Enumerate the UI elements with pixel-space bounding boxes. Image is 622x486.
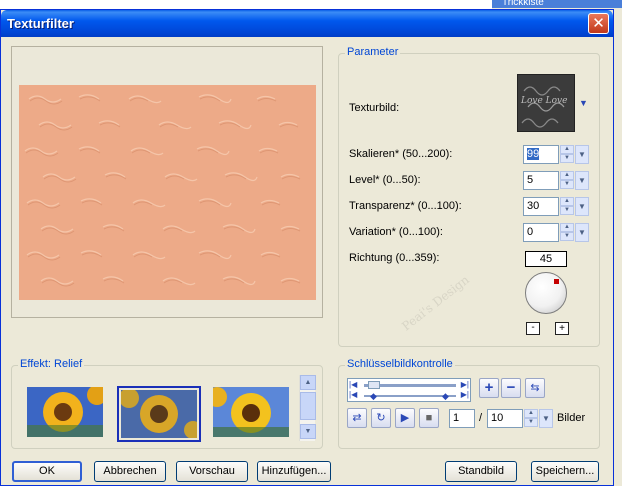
variation-up-icon[interactable]: ▲	[560, 223, 574, 232]
keyframe-group: Schlüsselbildkontrolle |◀ ▶| |◀ ▶| ◆ ◆ +…	[338, 358, 600, 449]
keyframe-marker-icon[interactable]: ◆	[442, 391, 449, 402]
relief-texture	[24, 94, 301, 287]
ok-button[interactable]: OK	[12, 461, 82, 482]
timeline-thumb[interactable]	[368, 381, 380, 389]
variation-down-icon[interactable]: ▼	[560, 232, 574, 241]
dial-indicator-icon	[554, 279, 559, 284]
play-icon[interactable]: ▶	[395, 408, 415, 428]
parameter-group: Parameter Texturbild: Love Love ▼ Skalie…	[338, 46, 600, 347]
texture-label: Texturbild:	[349, 102, 400, 114]
remove-keyframe-icon[interactable]: −	[501, 378, 521, 398]
close-button[interactable]: ✕	[588, 13, 609, 34]
frame-dropdown-icon[interactable]: ▼	[539, 409, 553, 428]
sunflower-icon	[27, 387, 103, 437]
window-title: Texturfilter	[7, 16, 74, 31]
transparency-arrows[interactable]: ▲ ▼	[560, 197, 574, 216]
preview-button[interactable]: Vorschau	[176, 461, 248, 482]
variation-dropdown-icon[interactable]: ▼	[575, 223, 589, 242]
direction-input[interactable]: 45	[525, 251, 567, 267]
stop-icon[interactable]: ■	[419, 408, 439, 428]
scale-spinner[interactable]: 99 ▲ ▼ ▼	[523, 145, 589, 164]
texture-image-text: Love Love	[521, 96, 568, 106]
level-label: Level* (0...50):	[349, 174, 421, 186]
dialog-content: Parameter Texturbild: Love Love ▼ Skalie…	[1, 37, 613, 485]
transparency-up-icon[interactable]: ▲	[560, 197, 574, 206]
pingpong-icon[interactable]: ↻	[371, 408, 391, 428]
level-arrows[interactable]: ▲ ▼	[560, 171, 574, 190]
parameter-group-label: Parameter	[345, 46, 401, 58]
level-down-icon[interactable]: ▼	[560, 180, 574, 189]
direction-plus-button[interactable]: +	[555, 322, 569, 335]
direction-minus-button[interactable]: -	[526, 322, 540, 335]
variation-spinner[interactable]: 0 ▲ ▼ ▼	[523, 223, 589, 242]
timeline-end-icon-2[interactable]: ▶|	[461, 390, 469, 399]
add-keyframe-icon[interactable]: +	[479, 378, 499, 398]
scroll-up-icon[interactable]: ▲	[300, 375, 316, 390]
effect-thumbnail-2[interactable]	[117, 386, 201, 442]
reverse-keyframes-icon[interactable]: ⇆	[525, 378, 545, 398]
effect-thumbnail-3[interactable]	[213, 387, 289, 437]
level-spinner[interactable]: 5 ▲ ▼ ▼	[523, 171, 589, 190]
level-dropdown-icon[interactable]: ▼	[575, 171, 589, 190]
effect-scrollbar[interactable]: ▲ ▼	[299, 375, 316, 441]
level-input[interactable]: 5	[523, 171, 559, 190]
scale-dropdown-icon[interactable]: ▼	[575, 145, 589, 164]
timeline-slider[interactable]: |◀ ▶| |◀ ▶| ◆ ◆	[347, 378, 471, 402]
scale-up-icon[interactable]: ▲	[560, 145, 574, 154]
watermark: Peai's Design	[399, 272, 472, 334]
frames-label: Bilder	[557, 412, 586, 424]
effect-group-label: Effekt: Relief	[18, 358, 85, 370]
transparency-input[interactable]: 30	[523, 197, 559, 216]
keyframe-marker-icon[interactable]: ◆	[370, 391, 377, 402]
scroll-thumb[interactable]	[300, 392, 316, 420]
keyframe-group-label: Schlüsselbildkontrolle	[345, 358, 455, 370]
texture-image-swatch[interactable]: Love Love	[517, 74, 575, 132]
frame-current-input[interactable]: 1	[449, 409, 475, 428]
timeline-start-icon-2[interactable]: |◀	[349, 390, 357, 399]
transparency-spinner[interactable]: 30 ▲ ▼ ▼	[523, 197, 589, 216]
sunflower-relief-icon	[119, 388, 199, 439]
direction-label: Richtung (0...359):	[349, 252, 440, 264]
variation-label: Variation* (0...100):	[349, 226, 443, 238]
sunflower-icon	[213, 387, 289, 437]
frame-total-spinner[interactable]: 10 ▲ ▼ ▼	[487, 409, 553, 428]
direction-dial[interactable]	[525, 272, 567, 314]
effect-thumbnail-1[interactable]	[27, 387, 103, 437]
scale-arrows[interactable]: ▲ ▼	[560, 145, 574, 164]
transparency-dropdown-icon[interactable]: ▼	[575, 197, 589, 216]
frame-separator: /	[479, 412, 483, 424]
frame-up-icon[interactable]: ▲	[524, 409, 538, 418]
loop-icon[interactable]: ⇄	[347, 408, 367, 428]
add-button[interactable]: Hinzufügen...	[257, 461, 331, 482]
scale-input[interactable]: 99	[523, 145, 559, 164]
texture-dropdown-icon[interactable]: ▼	[579, 98, 588, 108]
scale-label: Skalieren* (50...200):	[349, 148, 453, 160]
timeline-start-icon[interactable]: |◀	[349, 380, 357, 389]
timeline-end-icon[interactable]: ▶|	[461, 380, 469, 389]
titlebar[interactable]: Texturfilter ✕	[1, 10, 613, 37]
transparency-label: Transparenz* (0...100):	[349, 200, 462, 212]
texturfilter-dialog: Texturfilter ✕ Parameter Texturbild: Lov…	[0, 9, 614, 486]
transparency-down-icon[interactable]: ▼	[560, 206, 574, 215]
save-button[interactable]: Speichern...	[531, 461, 599, 482]
variation-arrows[interactable]: ▲ ▼	[560, 223, 574, 242]
cancel-button[interactable]: Abbrechen	[94, 461, 166, 482]
frame-total-arrows[interactable]: ▲ ▼	[524, 409, 538, 428]
scale-down-icon[interactable]: ▼	[560, 154, 574, 163]
background-app-label: Trickkiste	[502, 0, 544, 8]
preview-panel	[11, 46, 323, 318]
variation-input[interactable]: 0	[523, 223, 559, 242]
level-up-icon[interactable]: ▲	[560, 171, 574, 180]
scroll-down-icon[interactable]: ▼	[300, 424, 316, 439]
preview-image[interactable]	[19, 85, 316, 300]
default-button[interactable]: Standbild	[445, 461, 517, 482]
frame-total-input[interactable]: 10	[487, 409, 523, 428]
frame-down-icon[interactable]: ▼	[524, 418, 538, 427]
